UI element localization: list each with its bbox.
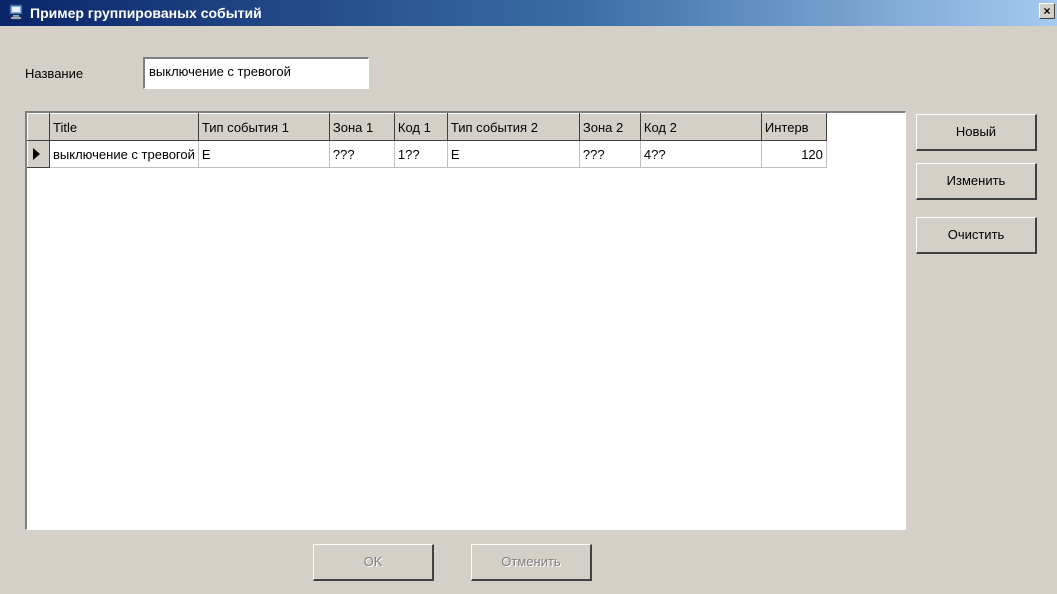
clear-button[interactable]: Очистить — [916, 217, 1037, 254]
row-indicator — [27, 140, 50, 168]
name-input[interactable]: выключение с тревогой — [143, 57, 369, 89]
close-icon: × — [1043, 4, 1051, 18]
column-header-event-type-2[interactable]: Тип события 2 — [446, 113, 580, 141]
column-header-zone-1[interactable]: Зона 1 — [328, 113, 395, 141]
header-row: Title Тип события 1 Зона 1 Код 1 Тип соб… — [27, 113, 827, 141]
title-bar[interactable]: Пример группированых событий × — [0, 0, 1057, 26]
column-header-title[interactable]: Title — [49, 113, 199, 141]
column-header-code-1[interactable]: Код 1 — [393, 113, 448, 141]
app-icon — [9, 4, 23, 20]
name-label: Название — [25, 66, 84, 81]
ok-button[interactable]: OK — [313, 544, 434, 581]
column-header-interval[interactable]: Интерв — [760, 113, 827, 141]
edit-button[interactable]: Изменить — [916, 163, 1037, 200]
cancel-button[interactable]: Отменить — [471, 544, 592, 581]
events-grid[interactable]: Title Тип события 1 Зона 1 Код 1 Тип соб… — [25, 111, 906, 530]
cell-event-type-1[interactable]: E — [198, 140, 330, 168]
new-button[interactable]: Новый — [916, 114, 1037, 151]
table-row[interactable]: выключение с тревогой E ??? 1?? E ??? 4?… — [27, 140, 827, 168]
window-title: Пример группированых событий — [30, 5, 262, 21]
column-header-event-type-1[interactable]: Тип события 1 — [197, 113, 330, 141]
column-header-code-2[interactable]: Код 2 — [639, 113, 762, 141]
column-header-zone-2[interactable]: Зона 2 — [578, 113, 641, 141]
cell-interval[interactable]: 120 — [761, 140, 827, 168]
cell-event-type-2[interactable]: E — [447, 140, 580, 168]
cell-code-1[interactable]: 1?? — [394, 140, 448, 168]
close-button[interactable]: × — [1039, 3, 1055, 19]
cell-code-2[interactable]: 4?? — [640, 140, 762, 168]
cell-zone-1[interactable]: ??? — [329, 140, 395, 168]
cell-zone-2[interactable]: ??? — [579, 140, 641, 168]
indicator-header — [27, 113, 50, 141]
cell-title[interactable]: выключение с тревогой — [49, 140, 199, 168]
events-table: Title Тип события 1 Зона 1 Код 1 Тип соб… — [27, 113, 827, 168]
current-row-arrow-icon — [33, 148, 40, 160]
